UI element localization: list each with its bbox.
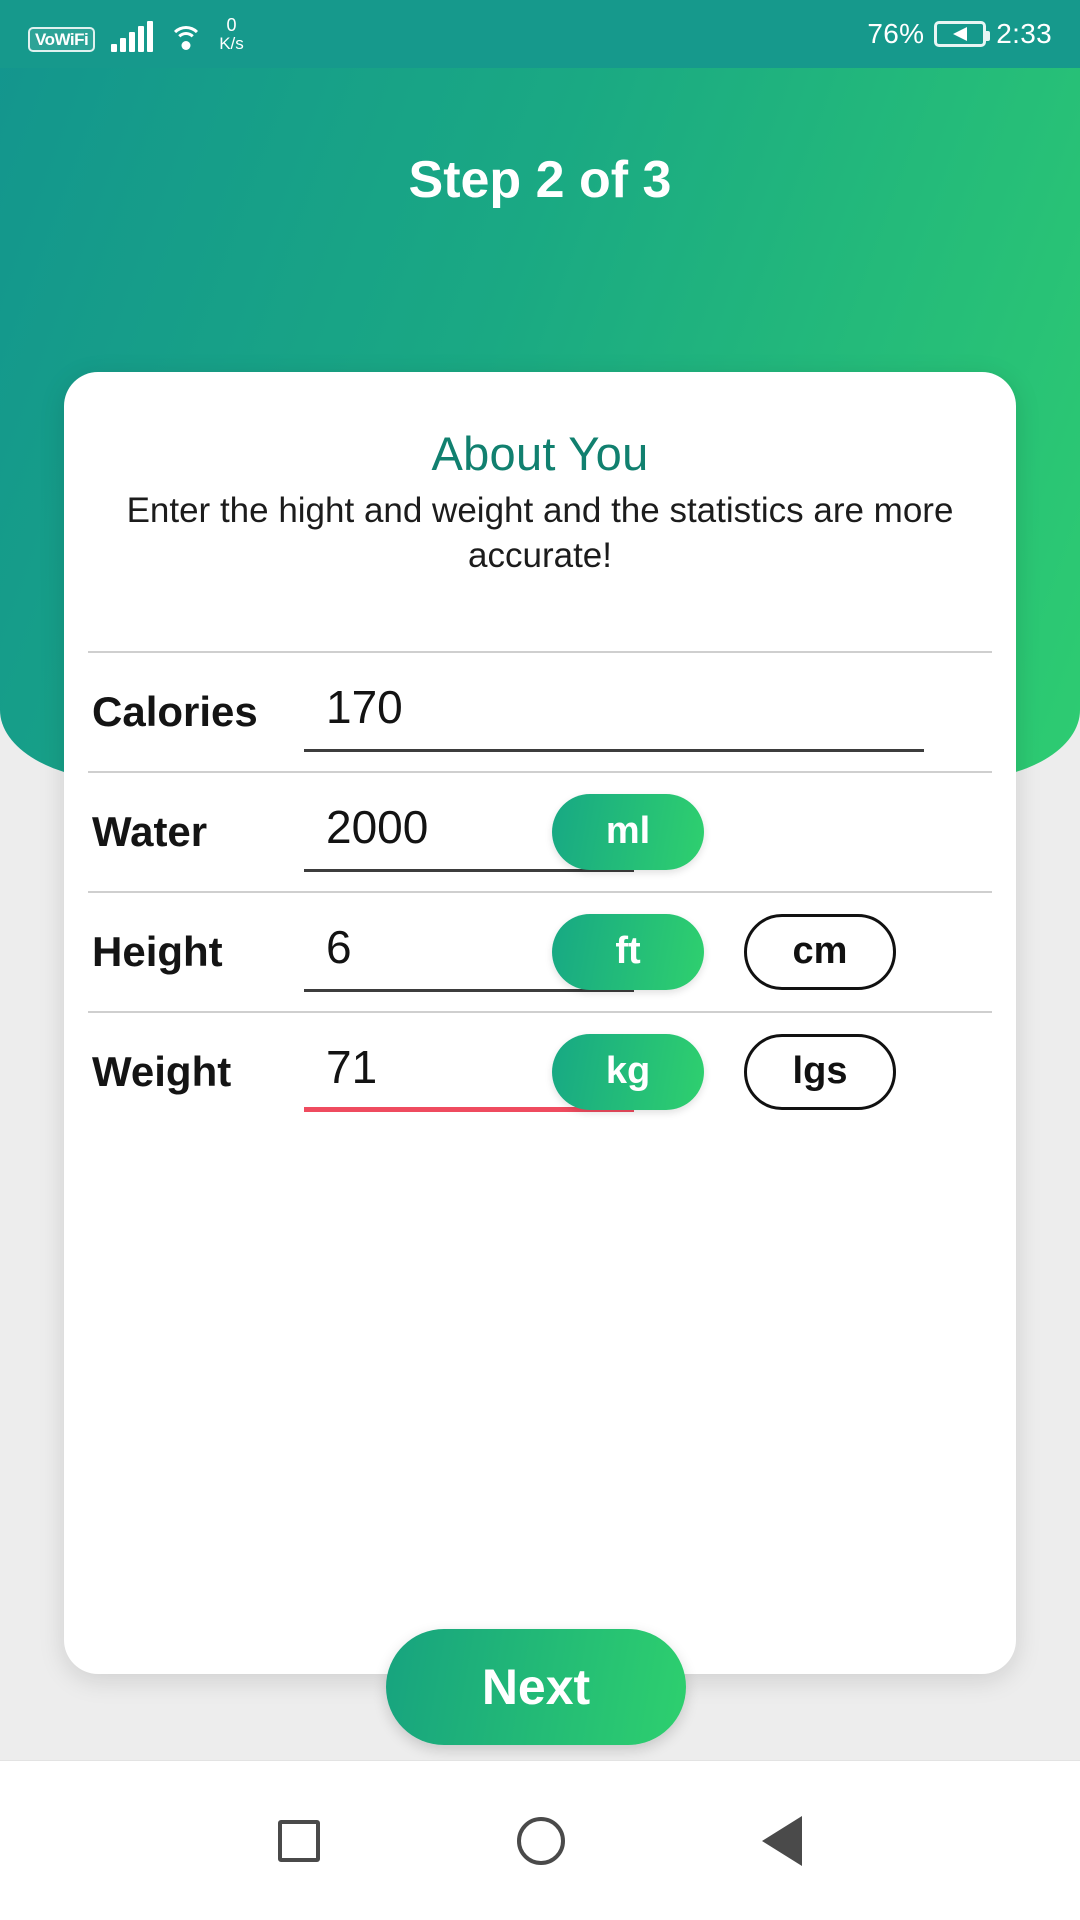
square-recents-icon[interactable] (278, 1819, 321, 1862)
page-title: Step 2 of 3 (408, 151, 672, 209)
height-label: Height (92, 927, 223, 975)
form-row-calories: Calories 170 (92, 653, 988, 771)
form-rows: Calories 170 Water 2000 ml Height 6 ft c… (88, 650, 992, 1131)
data-rate-indicator: 0 K/s (219, 14, 244, 53)
card-subtitle: Enter the hight and weight and the stati… (126, 491, 954, 575)
calories-input[interactable]: 170 (304, 680, 924, 752)
app-screen: VoWiFi 0 K/s 76% 2:33 Step 2 of 3 About … (0, 0, 1080, 1920)
unit-button-lgs[interactable]: lgs (744, 1033, 896, 1110)
data-rate-value: 0 (226, 14, 237, 35)
card-title: About You (431, 427, 649, 480)
about-you-card: About You Enter the hight and weight and… (64, 372, 1016, 1674)
wifi-icon (169, 24, 204, 52)
water-value: 2000 (326, 800, 429, 853)
clock-label: 2:33 (996, 18, 1052, 49)
unit-button-cm[interactable]: cm (744, 913, 896, 990)
signal-bars-icon (111, 21, 154, 53)
form-row-height: Height 6 ft cm (92, 893, 988, 1011)
weight-unit-group: kg lgs (552, 1033, 896, 1110)
calories-value: 170 (326, 680, 403, 733)
battery-percent-label: 76% (867, 18, 925, 49)
height-unit-group: ft cm (552, 913, 896, 990)
unit-button-ml[interactable]: ml (552, 793, 704, 870)
calories-underline (304, 748, 924, 752)
form-row-water: Water 2000 ml (92, 773, 988, 891)
water-label: Water (92, 807, 208, 855)
height-value: 6 (326, 920, 352, 973)
data-rate-unit: K/s (219, 33, 244, 53)
next-button[interactable]: Next (386, 1629, 686, 1745)
battery-charging-icon (934, 21, 991, 47)
form-row-weight: Weight 71 kg lgs (92, 1013, 988, 1131)
circle-home-icon[interactable] (516, 1816, 565, 1865)
calories-label: Calories (92, 687, 258, 735)
status-bar-left: VoWiFi 0 K/s (28, 14, 867, 53)
weight-value: 71 (326, 1040, 378, 1093)
triangle-back-icon[interactable] (761, 1815, 802, 1866)
unit-button-ft[interactable]: ft (552, 913, 704, 990)
water-unit-group: ml (552, 793, 704, 870)
status-bar-right: 76% 2:33 (867, 18, 1052, 50)
status-bar: VoWiFi 0 K/s 76% 2:33 (0, 0, 1080, 68)
android-nav-bar (0, 1760, 1080, 1920)
vowifi-icon: VoWiFi (28, 27, 96, 53)
unit-button-kg[interactable]: kg (552, 1033, 704, 1110)
weight-label: Weight (92, 1047, 232, 1095)
